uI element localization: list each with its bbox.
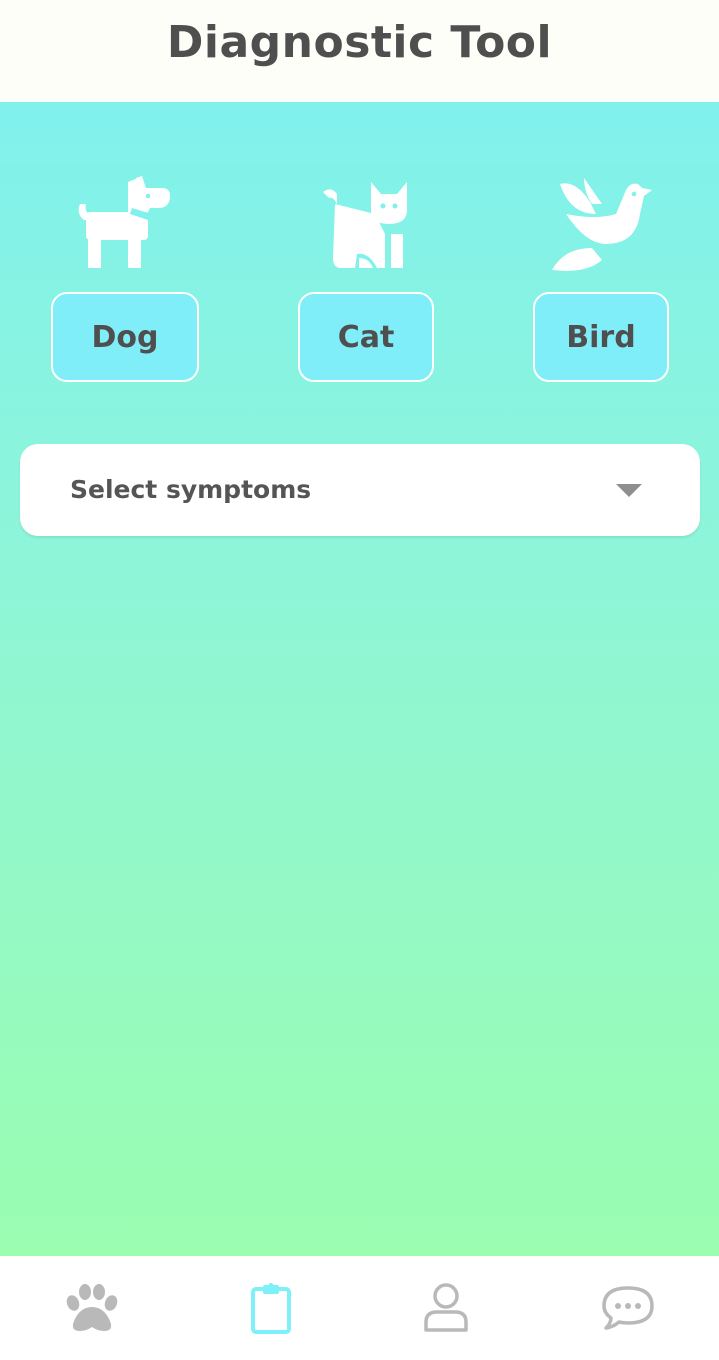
app-screen: Diagnostic Tool Dog Cat Bird Select symp… bbox=[0, 0, 719, 1360]
dog-button[interactable]: Dog bbox=[51, 292, 199, 382]
cat-icon bbox=[323, 182, 407, 268]
tab-profile[interactable] bbox=[386, 1256, 506, 1360]
symptoms-dropdown[interactable]: Select symptoms bbox=[20, 444, 700, 536]
animal-option-cat: Cat bbox=[276, 102, 456, 402]
bird-icon bbox=[552, 178, 652, 271]
dog-icon bbox=[78, 176, 170, 268]
cat-button[interactable]: Cat bbox=[298, 292, 434, 382]
user-icon bbox=[424, 1283, 468, 1332]
bird-button-label: Bird bbox=[566, 319, 636, 355]
symptoms-dropdown-label: Select symptoms bbox=[70, 475, 312, 504]
header: Diagnostic Tool bbox=[0, 0, 719, 102]
bird-button[interactable]: Bird bbox=[533, 292, 669, 382]
bottom-tab-bar bbox=[0, 1256, 719, 1360]
dog-button-label: Dog bbox=[91, 319, 159, 355]
chat-icon bbox=[602, 1286, 654, 1330]
chevron-down-icon bbox=[616, 484, 642, 497]
animal-option-dog: Dog bbox=[35, 102, 215, 402]
tab-diagnostic[interactable] bbox=[211, 1256, 331, 1360]
main-content: Dog Cat Bird Select symptoms bbox=[0, 102, 719, 1256]
tab-pets[interactable] bbox=[32, 1256, 152, 1360]
paw-icon bbox=[66, 1284, 118, 1331]
cat-button-label: Cat bbox=[337, 319, 395, 355]
clipboard-icon bbox=[251, 1283, 291, 1334]
animal-option-bird: Bird bbox=[511, 102, 691, 402]
page-title: Diagnostic Tool bbox=[166, 16, 553, 68]
tab-chat[interactable] bbox=[568, 1256, 688, 1360]
